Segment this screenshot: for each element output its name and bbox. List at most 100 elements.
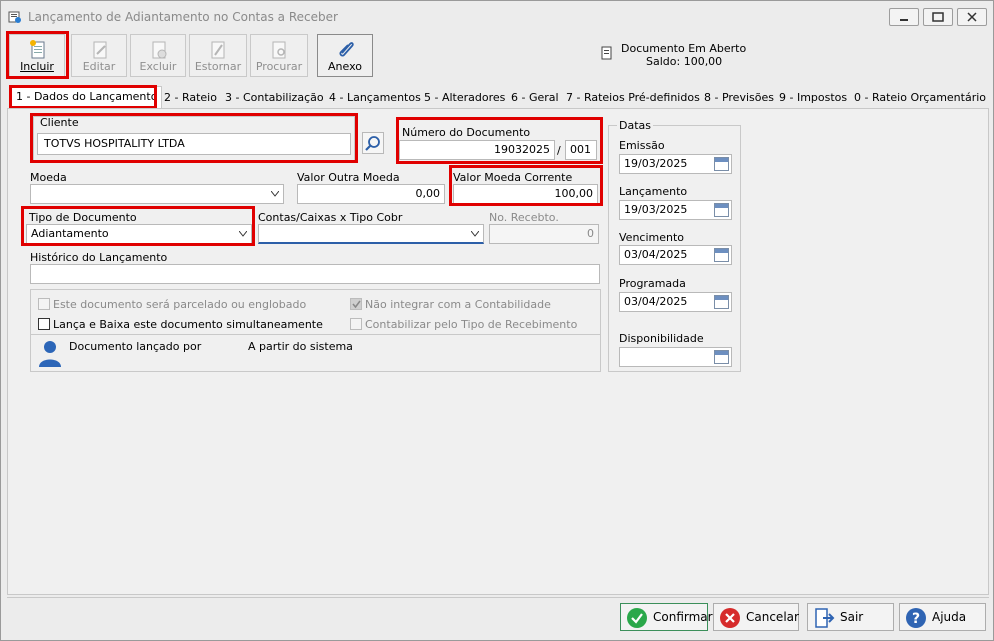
no-recebto-field[interactable]: 0 [489, 224, 599, 244]
disponibilidade-label: Disponibilidade [619, 332, 704, 345]
estornar-button[interactable]: Estornar [189, 34, 247, 77]
ajuda-label: Ajuda [932, 610, 967, 624]
nao-integrar-label: Não integrar com a Contabilidade [365, 298, 551, 311]
chevron-down-icon [471, 231, 479, 237]
calendar-icon[interactable] [714, 295, 729, 309]
help-icon: ? [906, 608, 926, 628]
numero-separator: / [557, 144, 561, 157]
cancelar-button[interactable]: Cancelar [713, 603, 799, 631]
lancamento-label: Lançamento [619, 185, 688, 198]
bottom-divider [7, 597, 989, 598]
maximize-button[interactable] [923, 8, 953, 26]
lancamento-value: 19/03/2025 [624, 203, 688, 216]
datas-title: Datas [617, 119, 653, 132]
check-circle-icon [627, 608, 647, 628]
incluir-button[interactable]: Incluir [9, 34, 65, 77]
confirmar-button[interactable]: Confirmar [620, 603, 713, 631]
tab-previsoes[interactable]: 8 - Previsões [704, 88, 774, 108]
numero-documento-field[interactable]: 19032025 [399, 140, 555, 160]
vencimento-label: Vencimento [619, 231, 685, 244]
procurar-button[interactable]: Procurar [250, 34, 308, 77]
editar-button[interactable]: Editar [71, 34, 127, 77]
title-bar: Lançamento de Adiantamento no Contas a R… [1, 1, 993, 31]
tipo-documento-label: Tipo de Documento [29, 211, 137, 224]
lancado-por-value: A partir do sistema [248, 340, 353, 353]
document-status-text: Documento Em Aberto [621, 42, 747, 55]
anexo-button[interactable]: Anexo [317, 34, 373, 77]
lanca-baixa-checkbox[interactable] [38, 318, 50, 330]
valor-moeda-corrente-field[interactable]: 100,00 [453, 184, 598, 204]
cancelar-label: Cancelar [746, 610, 799, 624]
ajuda-button[interactable]: ? Ajuda [899, 603, 986, 631]
calendar-icon[interactable] [714, 350, 729, 364]
new-document-icon [30, 40, 45, 59]
programada-value: 03/04/2025 [624, 295, 688, 308]
document-status: Documento Em Aberto Saldo: 100,00 [621, 42, 746, 68]
lancamento-field[interactable]: 19/03/2025 [619, 200, 732, 220]
contas-caixas-select[interactable] [258, 224, 484, 244]
valor-outra-moeda-field[interactable]: 0,00 [297, 184, 445, 204]
tab-dados-lancamento[interactable]: 1 - Dados do Lançamento [11, 86, 163, 108]
tab-rateio[interactable]: 2 - Rateio [164, 88, 217, 108]
cliente-field[interactable]: TOTVS HOSPITALITY LTDA [37, 133, 351, 155]
main-window: Lançamento de Adiantamento no Contas a R… [0, 0, 994, 641]
tab-alteradores[interactable]: 5 - Alteradores [424, 88, 505, 108]
tab-contabilizacao[interactable]: 3 - Contabilização [225, 88, 324, 108]
contabilizar-label: Contabilizar pelo Tipo de Recebimento [365, 318, 578, 331]
parcelado-label: Este documento será parcelado ou engloba… [53, 298, 307, 311]
sair-label: Sair [840, 610, 864, 624]
estornar-label: Estornar [194, 60, 242, 73]
excluir-label: Excluir [139, 60, 177, 73]
search-icon [365, 136, 380, 151]
close-button[interactable] [957, 8, 987, 26]
tab-rateios-predefinidos[interactable]: 7 - Rateios Pré-definidos [566, 88, 700, 108]
historico-label: Histórico do Lançamento [30, 251, 168, 264]
reverse-icon [211, 41, 225, 59]
tab-impostos[interactable]: 9 - Impostos [779, 88, 847, 108]
tab-rateio-orcamentario[interactable]: 0 - Rateio Orçamentário [854, 88, 986, 108]
minimize-icon [900, 19, 908, 21]
valor-outra-moeda-label: Valor Outra Moeda [297, 171, 400, 184]
lanca-baixa-label: Lança e Baixa este documento simultaneam… [53, 318, 323, 331]
calendar-icon[interactable] [714, 157, 729, 171]
lancado-por-label: Documento lançado por [69, 340, 202, 353]
checkmark-icon [352, 300, 361, 309]
minimize-button[interactable] [889, 8, 919, 26]
excluir-button[interactable]: Excluir [130, 34, 186, 77]
tab-geral[interactable]: 6 - Geral [511, 88, 559, 108]
calendar-icon[interactable] [714, 203, 729, 217]
cliente-label: Cliente [40, 116, 79, 129]
editar-label: Editar [82, 60, 116, 73]
disponibilidade-field[interactable] [619, 347, 732, 367]
tipo-documento-select[interactable]: Adiantamento [26, 224, 252, 244]
incluir-label: Incluir [20, 60, 54, 73]
emissao-label: Emissão [619, 139, 665, 152]
calendar-icon[interactable] [714, 248, 729, 262]
numero-documento-label: Número do Documento [402, 126, 531, 139]
parcelado-checkbox[interactable] [38, 298, 50, 310]
tab-lancamentos[interactable]: 4 - Lançamentos [329, 88, 421, 108]
emissao-field[interactable]: 19/03/2025 [619, 154, 732, 174]
valor-moeda-corrente-label: Valor Moeda Corrente [453, 171, 573, 184]
vencimento-value: 03/04/2025 [624, 248, 688, 261]
sair-button[interactable]: Sair [807, 603, 894, 631]
programada-field[interactable]: 03/04/2025 [619, 292, 732, 312]
cliente-search-button[interactable] [362, 132, 384, 154]
app-icon [8, 11, 21, 23]
anexo-label: Anexo [328, 60, 362, 73]
tipo-documento-value: Adiantamento [31, 227, 109, 240]
close-icon [967, 12, 977, 22]
delete-icon [152, 41, 167, 59]
historico-field[interactable] [30, 264, 600, 284]
vencimento-field[interactable]: 03/04/2025 [619, 245, 732, 265]
contas-caixas-label: Contas/Caixas x Tipo Cobr [258, 211, 403, 224]
parcela-field[interactable]: 001 [565, 140, 597, 160]
nao-integrar-checkbox[interactable] [350, 298, 362, 310]
paperclip-icon [339, 42, 354, 57]
chevron-down-icon [271, 191, 279, 197]
search-document-icon [272, 41, 286, 59]
contabilizar-checkbox[interactable] [350, 318, 362, 330]
user-icon [39, 341, 61, 367]
moeda-select[interactable] [30, 184, 284, 204]
emissao-value: 19/03/2025 [624, 157, 688, 170]
